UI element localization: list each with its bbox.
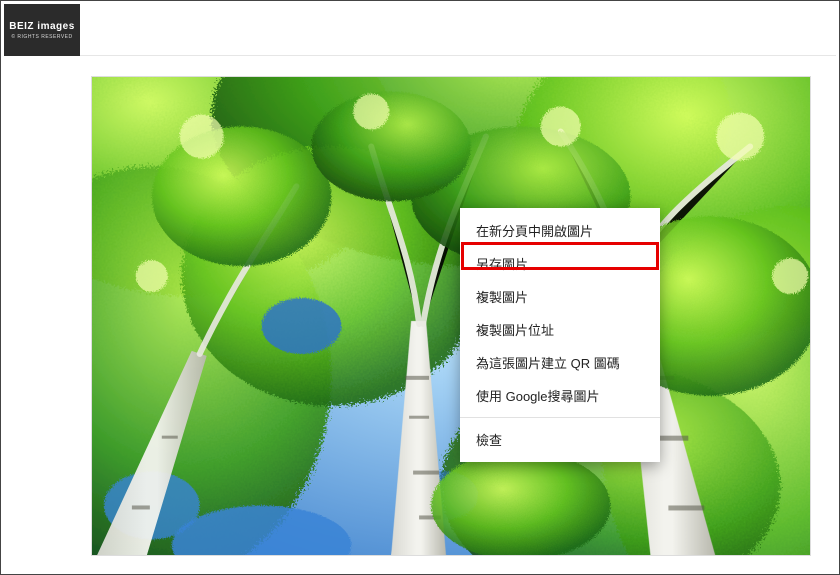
brand-tagline: © RIGHTS RESERVED [11, 34, 72, 40]
menu-separator [460, 417, 660, 418]
main-image[interactable] [91, 76, 811, 556]
menu-save-image-as[interactable]: 另存圖片... [460, 247, 660, 280]
image-context-menu: 在新分頁中開啟圖片 另存圖片... 複製圖片 複製圖片位址 為這張圖片建立 QR… [460, 208, 660, 462]
menu-inspect[interactable]: 檢查 [460, 423, 660, 456]
menu-search-image-google[interactable]: 使用 Google搜尋圖片 [460, 379, 660, 412]
header-bar [80, 4, 836, 56]
menu-copy-image-address[interactable]: 複製圖片位址 [460, 313, 660, 346]
menu-open-image-new-tab[interactable]: 在新分頁中開啟圖片 [460, 214, 660, 247]
menu-copy-image[interactable]: 複製圖片 [460, 280, 660, 313]
brand-text: BEIZ images [9, 21, 75, 32]
menu-create-qr-for-image[interactable]: 為這張圖片建立 QR 圖碼 [460, 346, 660, 379]
brand-logo[interactable]: BEIZ images © RIGHTS RESERVED [4, 4, 80, 56]
page-frame: BEIZ images © RIGHTS RESERVED [0, 0, 840, 575]
tree-canopy-svg [92, 77, 810, 555]
